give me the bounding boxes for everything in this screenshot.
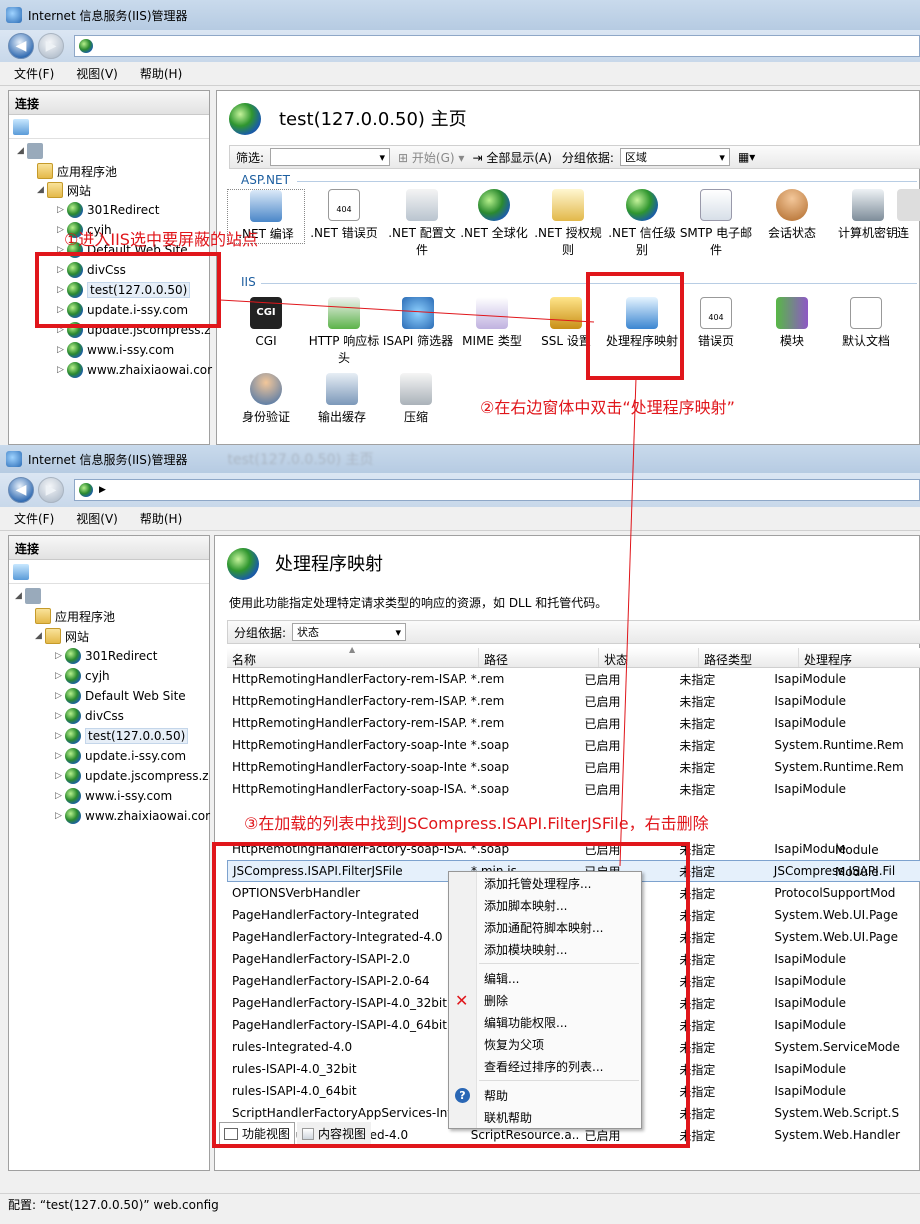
highlight-handler-list [212,842,690,1148]
highlight-handler-mappings [586,272,684,380]
highlight-site-selection [35,252,221,328]
annotation-step3: ③在加载的列表中找到JSCompress.ISAPI.FilterJSFile，… [244,814,709,833]
connector-line [219,299,595,323]
annotation-step2: ②在右边窗体中双击“处理程序映射” [480,398,735,417]
annotation-step1: ①进入IIS选中要屏蔽的站点 [64,230,258,249]
connector-line [619,377,637,867]
